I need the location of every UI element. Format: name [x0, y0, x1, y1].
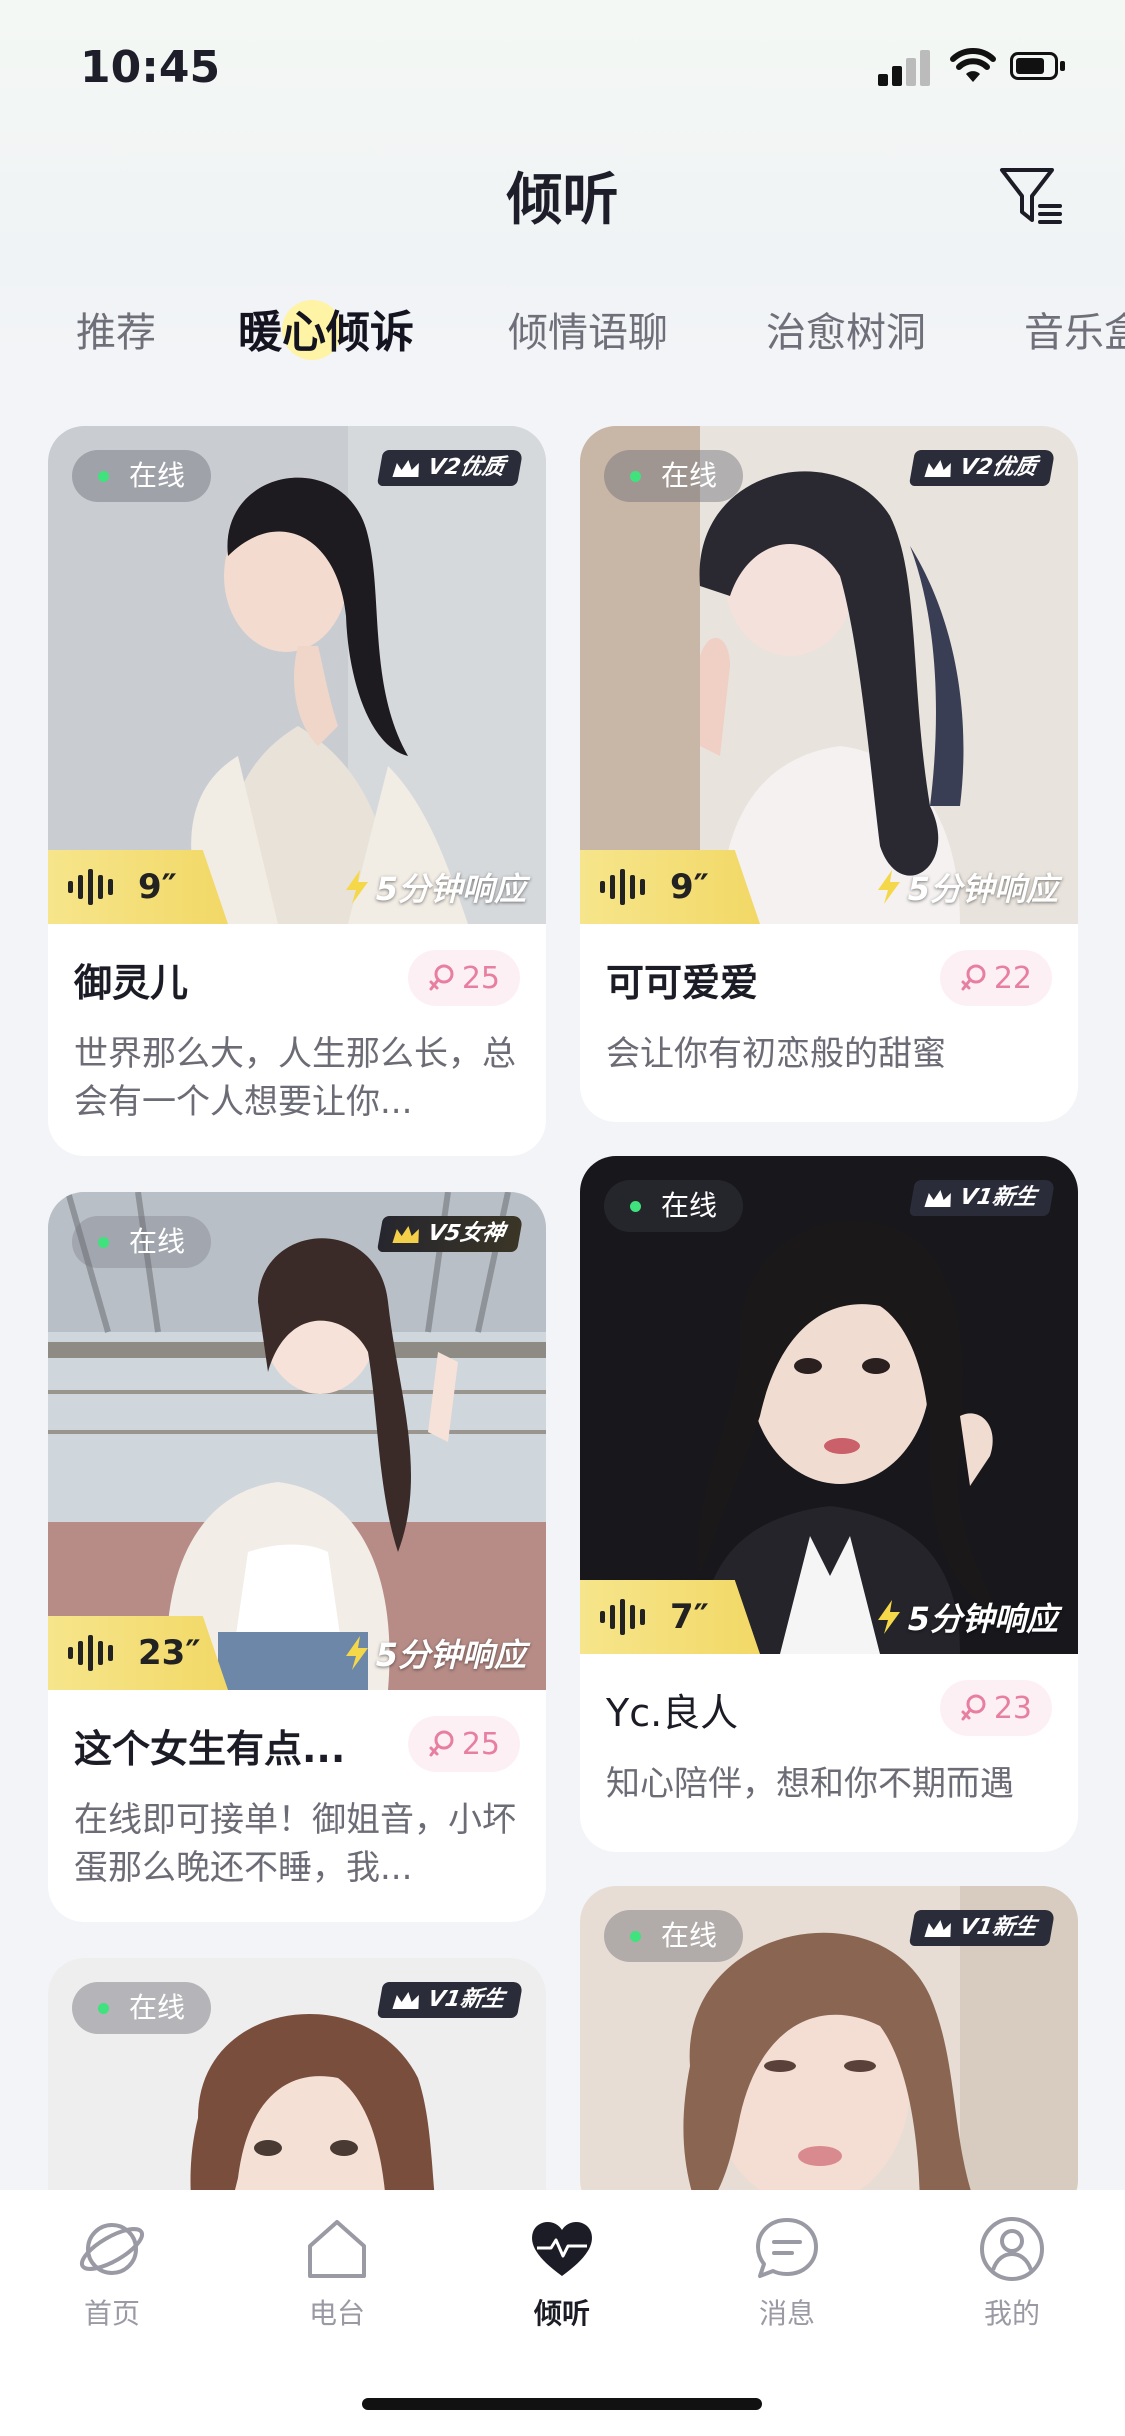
female-icon	[961, 964, 986, 991]
tab-music-box[interactable]: 音乐盒	[1024, 300, 1125, 358]
online-status-badge: 在线	[604, 1910, 744, 1962]
lightning-icon	[345, 1636, 368, 1670]
voice-intro-button[interactable]: 9″	[580, 850, 760, 924]
crown-icon	[924, 460, 951, 477]
nav-home[interactable]: 首页	[52, 2214, 172, 2332]
voice-intro-button[interactable]: 23″	[48, 1616, 228, 1690]
online-dot-icon	[630, 1200, 641, 1212]
sound-wave-icon	[68, 869, 113, 905]
level-badge: V1新生	[376, 1982, 524, 2018]
online-dot-icon	[630, 1930, 641, 1942]
lightning-icon	[877, 1600, 900, 1634]
voice-intro-button[interactable]: 7″	[580, 1580, 760, 1654]
response-time: 5分钟响应	[876, 1580, 1058, 1654]
female-icon	[961, 1694, 986, 1721]
lightning-icon	[877, 870, 900, 904]
female-icon	[429, 964, 454, 991]
online-dot-icon	[98, 2002, 109, 2014]
nav-radio[interactable]: 电台	[277, 2214, 397, 2332]
nav-messages[interactable]: 消息	[727, 2214, 847, 2332]
status-time: 10:45	[80, 42, 221, 93]
home-indicator	[362, 2398, 762, 2410]
listener-card[interactable]: 在线 V1新生 7″ 5分钟响应 Yc.良人 23 知心陪伴，想和你不期而遇	[580, 1156, 1078, 1852]
crown-icon	[924, 1920, 951, 1937]
tab-recommend[interactable]: 推荐	[76, 300, 156, 358]
level-badge: V2优质	[376, 450, 524, 486]
listener-card[interactable]: 在线 V2优质 9″ 5分钟响应 可可爱爱 22 会让你有初恋般的甜蜜	[580, 426, 1078, 1122]
chat-bubble-icon	[756, 2218, 818, 2278]
crown-icon	[392, 460, 419, 477]
online-status-badge: 在线	[604, 450, 744, 502]
wifi-icon	[950, 48, 996, 82]
level-badge: V2优质	[908, 450, 1056, 486]
battery-icon	[1010, 52, 1068, 82]
listener-name: Yc.良人	[606, 1691, 739, 1735]
listener-card[interactable]: 在线 V5女神 23″ 5分钟响应 这个女生有点... 25 在线即可接单！御姐…	[48, 1192, 546, 1922]
online-status-badge: 在线	[72, 1982, 212, 2034]
likes-badge: 25	[407, 950, 520, 1006]
sound-wave-icon	[600, 1599, 645, 1635]
female-icon	[429, 1730, 454, 1757]
online-status-badge: 在线	[72, 450, 212, 502]
listener-description: 在线即可接单！御姐音，小坏蛋那么晚还不睡，我...	[74, 1800, 516, 1888]
online-status-badge: 在线	[72, 1216, 212, 1268]
tab-warm-talk[interactable]: 暖心倾诉	[238, 300, 414, 360]
listener-description: 知心陪伴，想和你不期而遇	[606, 1764, 1014, 1804]
filter-icon[interactable]	[998, 164, 1064, 230]
online-dot-icon	[630, 470, 641, 482]
category-tabs: 推荐 暖心倾诉 倾情语聊 治愈树洞 音乐盒	[0, 300, 1125, 370]
tab-healing[interactable]: 治愈树洞	[766, 300, 926, 358]
response-time: 5分钟响应	[344, 1616, 526, 1690]
cellular-signal-icon	[878, 50, 932, 86]
response-time: 5分钟响应	[876, 850, 1058, 924]
crown-icon	[392, 1992, 419, 2009]
online-status-badge: 在线	[604, 1180, 744, 1232]
listener-description: 世界那么大，人生那么长，总会有一个人想要让你...	[74, 1034, 516, 1122]
listener-name: 御灵儿	[74, 961, 189, 1005]
online-dot-icon	[98, 470, 109, 482]
voice-intro-button[interactable]: 9″	[48, 850, 228, 924]
level-badge: V5女神	[376, 1216, 524, 1252]
listener-description: 会让你有初恋般的甜蜜	[606, 1034, 946, 1074]
online-dot-icon	[98, 1236, 109, 1248]
house-icon	[308, 2220, 366, 2278]
crown-icon	[924, 1190, 951, 1207]
listener-name: 这个女生有点...	[74, 1727, 346, 1771]
user-icon	[980, 2217, 1044, 2281]
lightning-icon	[345, 870, 368, 904]
planet-icon	[79, 2223, 145, 2275]
level-badge: V1新生	[908, 1910, 1056, 1946]
likes-badge: 25	[407, 1716, 520, 1772]
crown-icon	[392, 1226, 419, 1243]
listener-card[interactable]: 在线 V2优质 9″ 5分钟响应 御灵儿 25 世界那么大，人生那么长，总会有一…	[48, 426, 546, 1156]
heart-pulse-icon	[532, 2221, 592, 2276]
listener-name: 可可爱爱	[606, 961, 759, 1005]
level-badge: V1新生	[908, 1180, 1056, 1216]
sound-wave-icon	[600, 869, 645, 905]
likes-badge: 22	[939, 950, 1052, 1006]
likes-badge: 23	[939, 1680, 1052, 1736]
page-title: 倾听	[506, 168, 619, 233]
listener-card[interactable]: 在线 V1新生	[580, 1886, 1078, 2216]
response-time: 5分钟响应	[344, 850, 526, 924]
tab-voice-chat[interactable]: 倾情语聊	[508, 300, 668, 358]
nav-listen[interactable]: 倾听	[502, 2214, 622, 2332]
sound-wave-icon	[68, 1635, 113, 1671]
nav-profile[interactable]: 我的	[952, 2214, 1072, 2332]
